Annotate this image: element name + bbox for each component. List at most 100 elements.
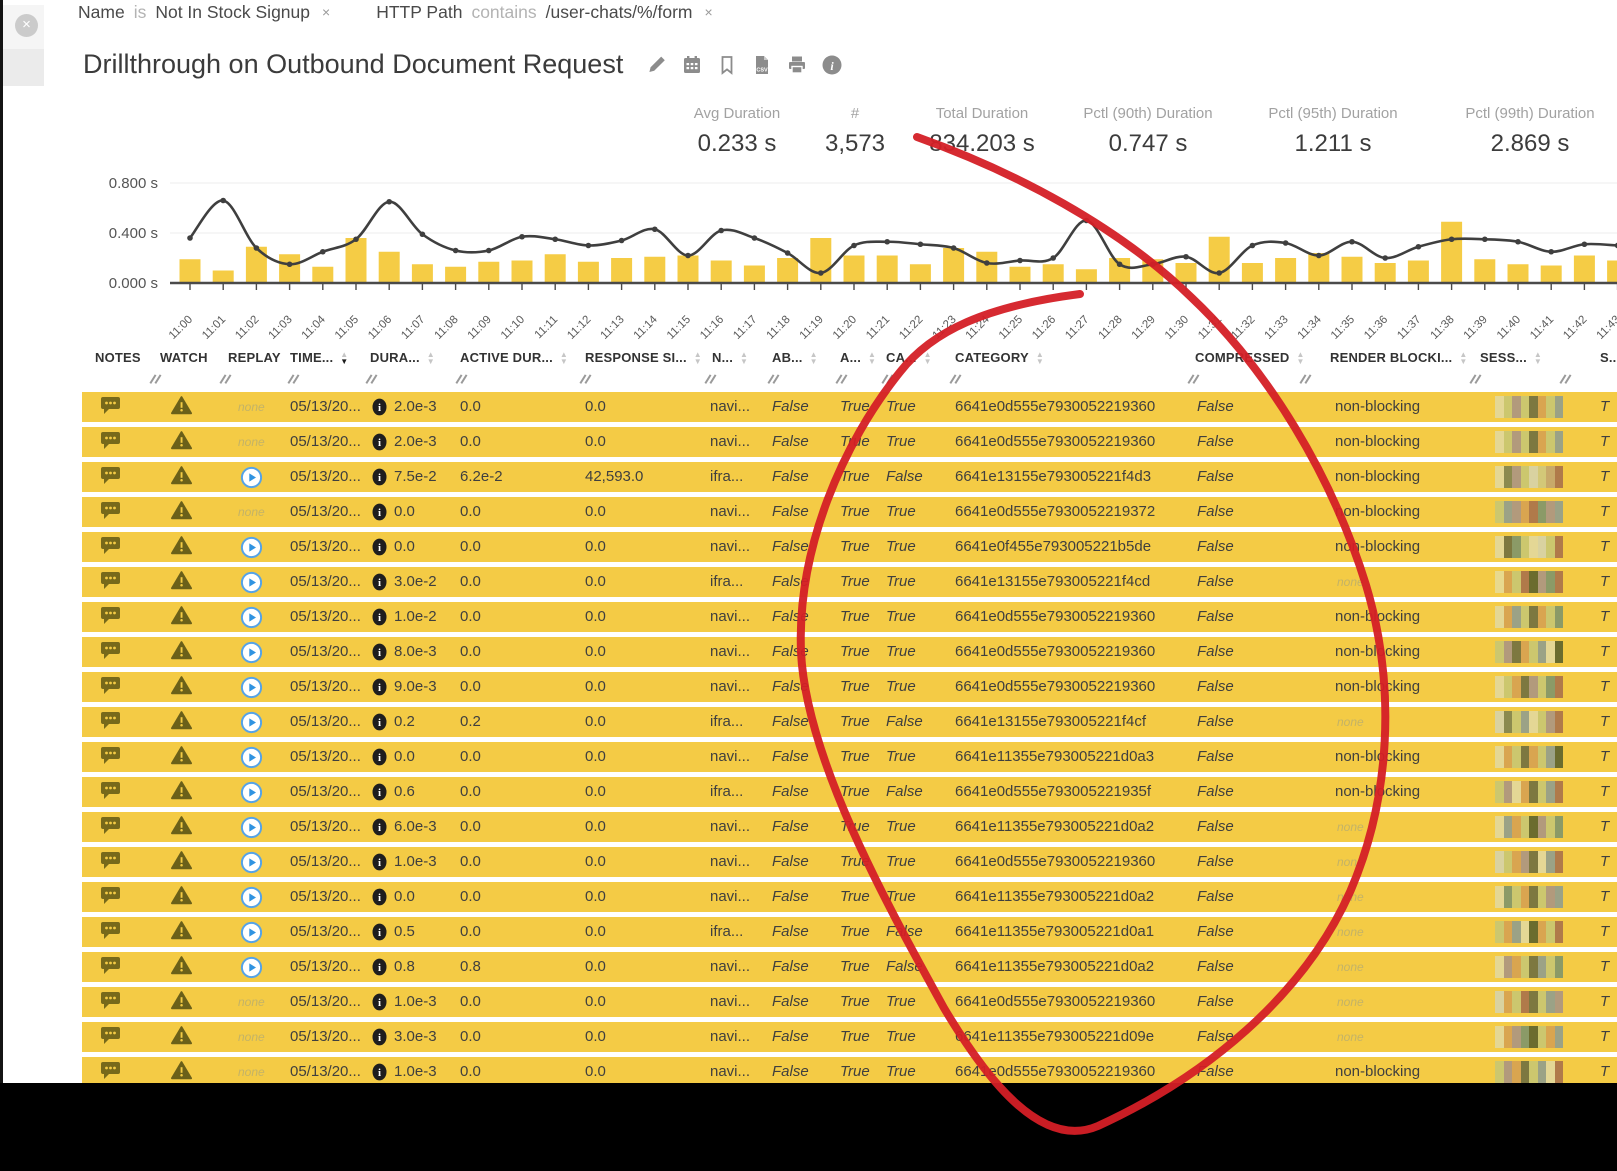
watch-warning-icon[interactable] — [171, 396, 192, 420]
watch-warning-icon[interactable] — [171, 466, 192, 490]
sort-arrows-icon[interactable]: ▲▼ — [427, 351, 435, 365]
column-resize-handle-icon[interactable] — [1560, 374, 1571, 384]
sort-arrows-icon[interactable]: ▲▼ — [924, 351, 932, 365]
session-heatmap-strip[interactable] — [1495, 746, 1563, 768]
notes-icon[interactable] — [100, 711, 121, 735]
replay-play-icon[interactable] — [240, 746, 263, 774]
column-resize-handle-icon[interactable] — [705, 374, 716, 384]
duration-info-icon[interactable]: i — [372, 433, 387, 456]
session-heatmap-strip[interactable] — [1495, 676, 1563, 698]
print-icon[interactable] — [786, 54, 808, 76]
calendar-icon[interactable] — [681, 54, 703, 76]
session-heatmap-strip[interactable] — [1495, 501, 1563, 523]
column-resize-handle-icon[interactable] — [366, 374, 377, 384]
notes-icon[interactable] — [100, 501, 121, 525]
session-heatmap-strip[interactable] — [1495, 956, 1563, 978]
watch-warning-icon[interactable] — [171, 956, 192, 980]
column-resize-handle-icon[interactable] — [1188, 374, 1199, 384]
sort-arrows-icon[interactable]: ▲▼ — [1534, 351, 1542, 365]
notes-icon[interactable] — [100, 816, 121, 840]
table-row[interactable]: 05/13/20...i0.00.00.0navi...FalseTrueTru… — [82, 742, 1617, 772]
table-row[interactable]: none05/13/20...i2.0e-30.00.0navi...False… — [82, 392, 1617, 422]
notes-icon[interactable] — [100, 536, 121, 560]
sort-arrows-icon[interactable]: ▲▼ — [560, 351, 568, 365]
replay-play-icon[interactable] — [240, 956, 263, 984]
notes-icon[interactable] — [100, 676, 121, 700]
notes-icon[interactable] — [100, 1026, 121, 1050]
column-header-sess[interactable]: SESS...▲▼ — [1480, 350, 1542, 365]
column-header-ab[interactable]: AB...▲▼ — [772, 350, 818, 365]
replay-play-icon[interactable] — [240, 886, 263, 914]
watch-warning-icon[interactable] — [171, 571, 192, 595]
replay-play-icon[interactable] — [240, 466, 263, 494]
duration-info-icon[interactable]: i — [372, 853, 387, 876]
notes-icon[interactable] — [100, 991, 121, 1015]
table-row[interactable]: 05/13/20...i7.5e-26.2e-242,593.0ifra...F… — [82, 462, 1617, 492]
notes-icon[interactable] — [100, 956, 121, 980]
watch-warning-icon[interactable] — [171, 676, 192, 700]
table-row[interactable]: none05/13/20...i1.0e-30.00.0navi...False… — [82, 987, 1617, 1017]
duration-info-icon[interactable]: i — [372, 643, 387, 666]
sort-arrows-icon[interactable]: ▲▼ — [1459, 351, 1467, 365]
watch-warning-icon[interactable] — [171, 1061, 192, 1085]
watch-warning-icon[interactable] — [171, 431, 192, 455]
session-heatmap-strip[interactable] — [1495, 781, 1563, 803]
filter-remove-icon[interactable]: × — [701, 4, 712, 20]
filter-chip-http-path[interactable]: HTTP Path contains /user-chats/%/form × — [376, 2, 712, 23]
close-button[interactable]: × — [15, 14, 38, 37]
session-heatmap-strip[interactable] — [1495, 886, 1563, 908]
watch-warning-icon[interactable] — [171, 711, 192, 735]
session-heatmap-strip[interactable] — [1495, 431, 1563, 453]
session-heatmap-strip[interactable] — [1495, 606, 1563, 628]
session-heatmap-strip[interactable] — [1495, 1026, 1563, 1048]
duration-info-icon[interactable]: i — [372, 958, 387, 981]
session-heatmap-strip[interactable] — [1495, 396, 1563, 418]
column-header-compressed[interactable]: COMPRESSED▲▼ — [1195, 350, 1305, 365]
session-heatmap-strip[interactable] — [1495, 711, 1563, 733]
sort-arrows-icon[interactable]: ▲▼ — [1296, 351, 1304, 365]
table-row[interactable]: 05/13/20...i6.0e-30.00.0navi...FalseTrue… — [82, 812, 1617, 842]
duration-info-icon[interactable]: i — [372, 678, 387, 701]
column-header-n[interactable]: N...▲▼ — [712, 350, 748, 365]
column-header-dura[interactable]: DURA...▲▼ — [370, 350, 435, 365]
replay-play-icon[interactable] — [240, 816, 263, 844]
column-resize-handle-icon[interactable] — [288, 374, 299, 384]
table-row[interactable]: 05/13/20...i0.50.00.0ifra...FalseTrueFal… — [82, 917, 1617, 947]
column-resize-handle-icon[interactable] — [950, 374, 961, 384]
column-resize-handle-icon[interactable] — [882, 374, 893, 384]
table-row[interactable]: 05/13/20...i3.0e-20.00.0ifra...FalseTrue… — [82, 567, 1617, 597]
sort-arrows-icon[interactable]: ▲▼ — [1036, 351, 1044, 365]
notes-icon[interactable] — [100, 781, 121, 805]
column-header-active-dur[interactable]: ACTIVE DUR...▲▼ — [460, 350, 568, 365]
notes-icon[interactable] — [100, 466, 121, 490]
watch-warning-icon[interactable] — [171, 746, 192, 770]
replay-play-icon[interactable] — [240, 571, 263, 599]
column-resize-handle-icon[interactable] — [220, 374, 231, 384]
table-row[interactable]: 05/13/20...i1.0e-30.00.0navi...FalseTrue… — [82, 847, 1617, 877]
column-header-a[interactable]: A...▲▼ — [840, 350, 876, 365]
column-header-s[interactable]: S...▲▼ — [1600, 350, 1617, 365]
watch-warning-icon[interactable] — [171, 991, 192, 1015]
column-resize-handle-icon[interactable] — [580, 374, 591, 384]
table-row[interactable]: 05/13/20...i9.0e-30.00.0navi...FalseTrue… — [82, 672, 1617, 702]
column-header-category[interactable]: CATEGORY▲▼ — [955, 350, 1044, 365]
replay-play-icon[interactable] — [240, 711, 263, 739]
session-heatmap-strip[interactable] — [1495, 851, 1563, 873]
filter-remove-icon[interactable]: × — [319, 4, 330, 20]
duration-info-icon[interactable]: i — [372, 573, 387, 596]
duration-info-icon[interactable]: i — [372, 818, 387, 841]
notes-icon[interactable] — [100, 431, 121, 455]
duration-info-icon[interactable]: i — [372, 608, 387, 631]
table-row[interactable]: none05/13/20...i0.00.00.0navi...FalseTru… — [82, 497, 1617, 527]
column-header-time[interactable]: TIME...▲▼ — [290, 350, 348, 365]
watch-warning-icon[interactable] — [171, 921, 192, 945]
duration-info-icon[interactable]: i — [372, 888, 387, 911]
duration-info-icon[interactable]: i — [372, 398, 387, 421]
column-resize-handle-icon[interactable] — [150, 374, 161, 384]
table-row[interactable]: 05/13/20...i0.20.20.0ifra...FalseTrueFal… — [82, 707, 1617, 737]
duration-info-icon[interactable]: i — [372, 993, 387, 1016]
sort-arrows-icon[interactable]: ▲▼ — [868, 351, 876, 365]
table-row[interactable]: 05/13/20...i8.0e-30.00.0navi...FalseTrue… — [82, 637, 1617, 667]
session-heatmap-strip[interactable] — [1495, 466, 1563, 488]
column-header-ca[interactable]: CA...▲▼ — [886, 350, 932, 365]
